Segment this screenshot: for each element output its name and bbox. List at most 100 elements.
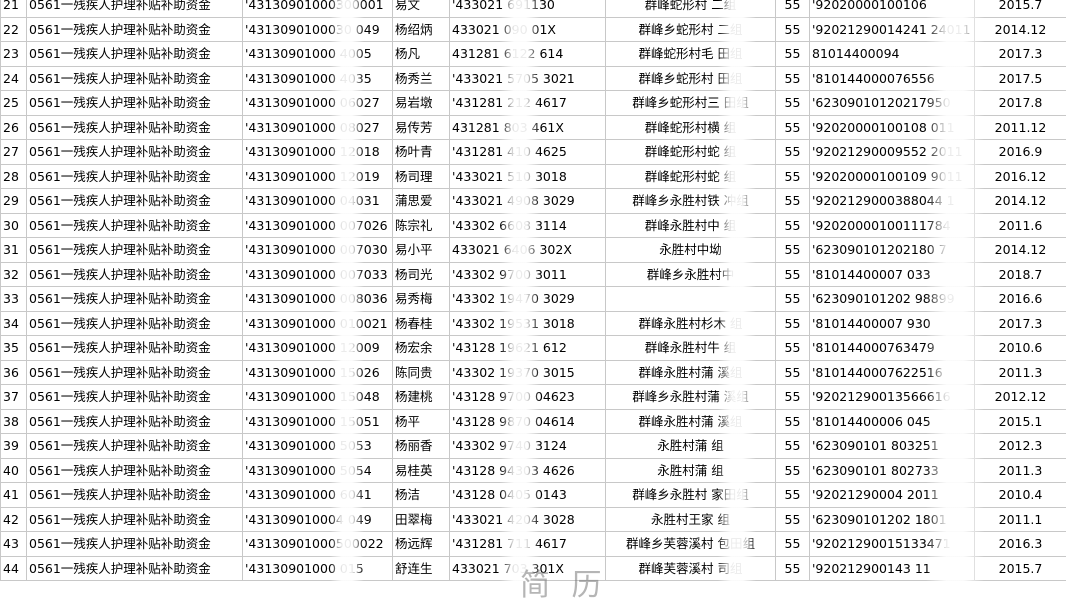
- address-cell[interactable]: 群峰乡蛇形村三 田组: [606, 91, 776, 116]
- age-cell[interactable]: 55: [776, 360, 810, 385]
- date-cell[interactable]: 2010.6: [975, 336, 1066, 361]
- id-number-cell[interactable]: '433021 510 3018: [450, 164, 606, 189]
- table-row[interactable]: 390561一残疾人护理补贴补助资金'43130901000 5053杨丽香'4…: [1, 434, 1066, 459]
- table-row[interactable]: 340561一残疾人护理补贴补助资金'43130901000 010021杨春桂…: [1, 311, 1066, 336]
- date-cell[interactable]: 2017.3: [975, 311, 1066, 336]
- row-number[interactable]: 22: [1, 17, 27, 42]
- age-cell[interactable]: 55: [776, 483, 810, 508]
- account-code-cell[interactable]: '43130901000 5054: [243, 458, 393, 483]
- table-row[interactable]: 290561一残疾人护理补贴补助资金'43130901000 04031蒲思爱'…: [1, 189, 1066, 214]
- id-number-cell[interactable]: '43302 19470 3029: [450, 287, 606, 312]
- account-code-cell[interactable]: '43130901000 15048: [243, 385, 393, 410]
- account-code-cell[interactable]: '43130901000 06027: [243, 91, 393, 116]
- id-number-cell[interactable]: 431281 6122 614: [450, 42, 606, 67]
- address-cell[interactable]: [606, 287, 776, 312]
- account-code-cell[interactable]: '43130901000 5053: [243, 434, 393, 459]
- row-number[interactable]: 27: [1, 140, 27, 165]
- fund-type-cell[interactable]: 0561一残疾人护理补贴补助资金: [27, 115, 243, 140]
- card-number-cell[interactable]: '81014400007 930: [810, 311, 975, 336]
- fund-type-cell[interactable]: 0561一残疾人护理补贴补助资金: [27, 385, 243, 410]
- account-code-cell[interactable]: '43130901000300001: [243, 0, 393, 17]
- fund-type-cell[interactable]: 0561一残疾人护理补贴补助资金: [27, 360, 243, 385]
- person-name-cell[interactable]: 蒲思爱: [393, 189, 450, 214]
- table-row[interactable]: 370561一残疾人护理补贴补助资金'43130901000 15048杨建桃'…: [1, 385, 1066, 410]
- person-name-cell[interactable]: 陈宗礼: [393, 213, 450, 238]
- account-code-cell[interactable]: '43130901000 4035: [243, 66, 393, 91]
- fund-type-cell[interactable]: 0561一残疾人护理补贴补助资金: [27, 66, 243, 91]
- row-number[interactable]: 25: [1, 91, 27, 116]
- date-cell[interactable]: 2010.4: [975, 483, 1066, 508]
- fund-type-cell[interactable]: 0561一残疾人护理补贴补助资金: [27, 189, 243, 214]
- table-row[interactable]: 220561一残疾人护理补贴补助资金'4313090100030 049杨绍炳4…: [1, 17, 1066, 42]
- card-number-cell[interactable]: '92020000100108 011: [810, 115, 975, 140]
- id-number-cell[interactable]: '43302 19531 3018: [450, 311, 606, 336]
- id-number-cell[interactable]: 433021 703 301X: [450, 556, 606, 581]
- card-number-cell[interactable]: '81014400006 045: [810, 409, 975, 434]
- person-name-cell[interactable]: 易传芳: [393, 115, 450, 140]
- id-number-cell[interactable]: 433021 6406 302X: [450, 238, 606, 263]
- person-name-cell[interactable]: 杨司理: [393, 164, 450, 189]
- date-cell[interactable]: 2015.7: [975, 556, 1066, 581]
- fund-type-cell[interactable]: 0561一残疾人护理补贴补助资金: [27, 140, 243, 165]
- address-cell[interactable]: 永胜村中坳: [606, 238, 776, 263]
- id-number-cell[interactable]: '43128 19621 612: [450, 336, 606, 361]
- age-cell[interactable]: 55: [776, 189, 810, 214]
- person-name-cell[interactable]: 易桂英: [393, 458, 450, 483]
- card-number-cell[interactable]: '62309010120217950: [810, 91, 975, 116]
- person-name-cell[interactable]: 易秀梅: [393, 287, 450, 312]
- id-number-cell[interactable]: '43302 19370 3015: [450, 360, 606, 385]
- row-number[interactable]: 30: [1, 213, 27, 238]
- address-cell[interactable]: 群峰乡芙蓉溪村 包田组: [606, 532, 776, 557]
- age-cell[interactable]: 55: [776, 238, 810, 263]
- age-cell[interactable]: 55: [776, 409, 810, 434]
- card-number-cell[interactable]: '8101440007622516: [810, 360, 975, 385]
- row-number[interactable]: 29: [1, 189, 27, 214]
- account-code-cell[interactable]: '43130901000 4005: [243, 42, 393, 67]
- table-row[interactable]: 380561一残疾人护理补贴补助资金'43130901000 15051杨平'4…: [1, 409, 1066, 434]
- date-cell[interactable]: 2016.12: [975, 164, 1066, 189]
- fund-type-cell[interactable]: 0561一残疾人护理补贴补助资金: [27, 532, 243, 557]
- person-name-cell[interactable]: 杨司光: [393, 262, 450, 287]
- account-code-cell[interactable]: '43130901000 15026: [243, 360, 393, 385]
- address-cell[interactable]: 永胜村蒲 组: [606, 434, 776, 459]
- table-row[interactable]: 360561一残疾人护理补贴补助资金'43130901000 15026陈同贵'…: [1, 360, 1066, 385]
- table-row[interactable]: 350561一残疾人护理补贴补助资金'43130901000 12009杨宏余'…: [1, 336, 1066, 361]
- address-cell[interactable]: 群峰乡永胜村中: [606, 262, 776, 287]
- person-name-cell[interactable]: 舒连生: [393, 556, 450, 581]
- card-number-cell[interactable]: '623090101202 1801: [810, 507, 975, 532]
- address-cell[interactable]: 群峰乡永胜村铁 冲组: [606, 189, 776, 214]
- age-cell[interactable]: 55: [776, 287, 810, 312]
- row-number[interactable]: 39: [1, 434, 27, 459]
- age-cell[interactable]: 55: [776, 556, 810, 581]
- table-row[interactable]: 320561一残疾人护理补贴补助资金'43130901000 007033杨司光…: [1, 262, 1066, 287]
- card-number-cell[interactable]: '810144000763479: [810, 336, 975, 361]
- card-number-cell[interactable]: '92020000100106: [810, 0, 975, 17]
- age-cell[interactable]: 55: [776, 140, 810, 165]
- account-code-cell[interactable]: '43130901000 04031: [243, 189, 393, 214]
- table-row[interactable]: 240561一残疾人护理补贴补助资金'43130901000 4035杨秀兰'4…: [1, 66, 1066, 91]
- age-cell[interactable]: 55: [776, 336, 810, 361]
- card-number-cell[interactable]: '623090101 803251: [810, 434, 975, 459]
- table-row[interactable]: 420561一残疾人护理补贴补助资金'431309010004 049田翠梅'4…: [1, 507, 1066, 532]
- row-number[interactable]: 21: [1, 0, 27, 17]
- date-cell[interactable]: 2017.8: [975, 91, 1066, 116]
- age-cell[interactable]: 55: [776, 262, 810, 287]
- date-cell[interactable]: 2016.3: [975, 532, 1066, 557]
- address-cell[interactable]: 群峰乡蛇形村 二组: [606, 17, 776, 42]
- table-row[interactable]: 280561一残疾人护理补贴补助资金'43130901000 12019杨司理'…: [1, 164, 1066, 189]
- address-cell[interactable]: 永胜村蒲 组: [606, 458, 776, 483]
- date-cell[interactable]: 2017.3: [975, 42, 1066, 67]
- person-name-cell[interactable]: 杨远辉: [393, 532, 450, 557]
- row-number[interactable]: 37: [1, 385, 27, 410]
- date-cell[interactable]: 2011.6: [975, 213, 1066, 238]
- table-row[interactable]: 230561一残疾人护理补贴补助资金'43130901000 4005杨凡431…: [1, 42, 1066, 67]
- person-name-cell[interactable]: 陈同贵: [393, 360, 450, 385]
- table-row[interactable]: 310561一残疾人护理补贴补助资金'43130901000 007030易小平…: [1, 238, 1066, 263]
- fund-type-cell[interactable]: 0561一残疾人护理补贴补助资金: [27, 409, 243, 434]
- id-number-cell[interactable]: '43128 94303 4626: [450, 458, 606, 483]
- date-cell[interactable]: 2014.12: [975, 238, 1066, 263]
- card-number-cell[interactable]: '623090101202180 7: [810, 238, 975, 263]
- card-number-cell[interactable]: '92021290004 2011: [810, 483, 975, 508]
- card-number-cell[interactable]: '623090101 802733: [810, 458, 975, 483]
- account-code-cell[interactable]: '43130901000500022: [243, 532, 393, 557]
